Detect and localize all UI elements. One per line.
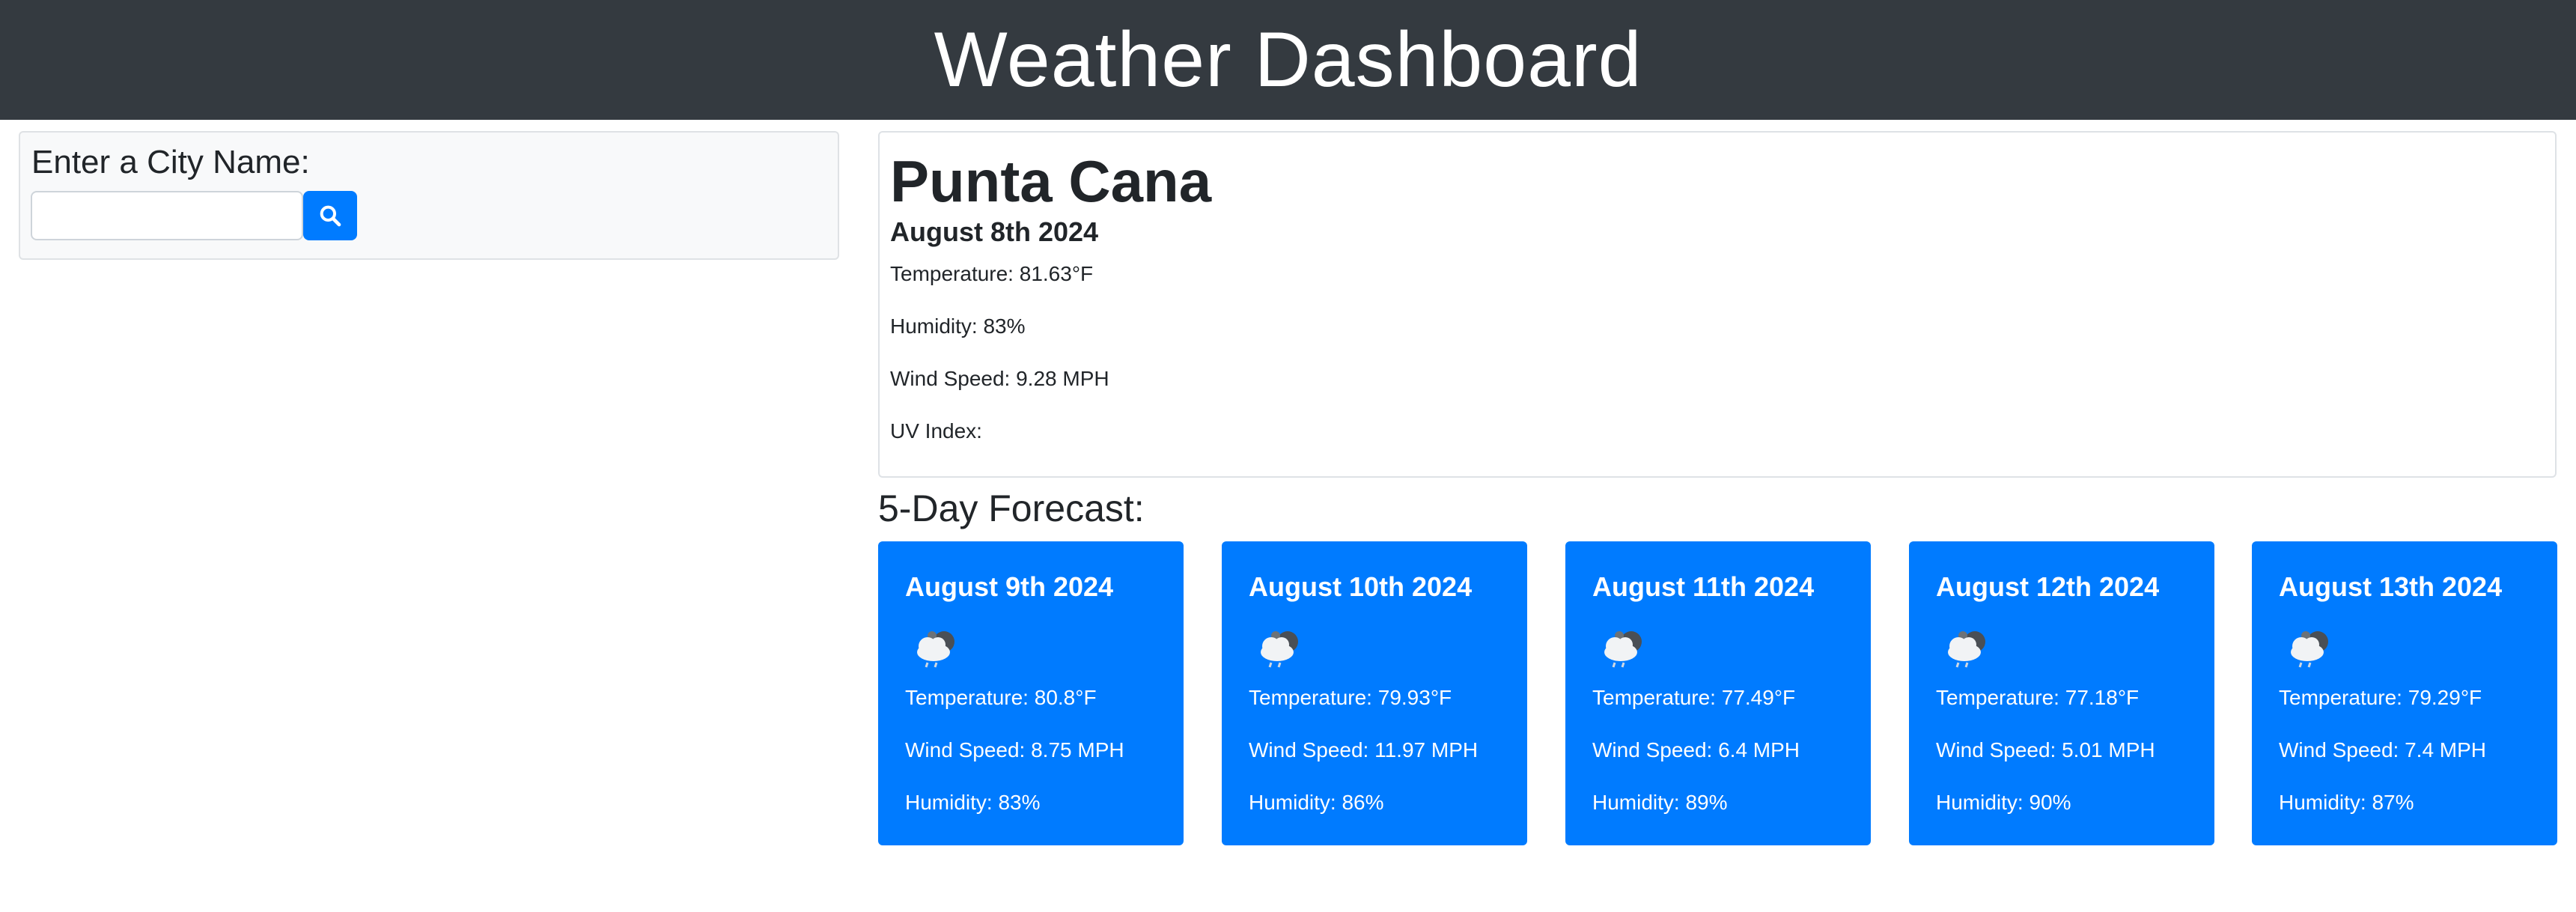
forecast-wind-speed: Wind Speed: 7.4 MPH (2279, 738, 2487, 761)
forecast-temperature: Temperature: 79.93°F (1249, 686, 1452, 709)
forecast-card: August 9th 2024 Temperature: 80.8°F Wind… (878, 541, 1184, 845)
cloud-rain-icon (917, 631, 954, 668)
forecast-card: August 10th 2024 Temperature: 79.93°F Wi… (1222, 541, 1527, 845)
forecast-card: August 13th 2024 Temperature: 79.29°F Wi… (2252, 541, 2557, 845)
forecast-card: August 11th 2024 Temperature: 77.49°F Wi… (1565, 541, 1871, 845)
cloud-rain-icon (1261, 631, 1298, 668)
search-panel: Enter a City Name: (19, 131, 839, 260)
current-temperature: Temperature: 81.63°F (890, 262, 1094, 285)
search-button[interactable] (303, 191, 357, 240)
page-header: Weather Dashboard (0, 0, 2576, 120)
forecast-temperature: Temperature: 77.18°F (1936, 686, 2140, 709)
current-date: August 8th 2024 (890, 216, 1099, 247)
forecast-wind-speed: Wind Speed: 11.97 MPH (1249, 738, 1479, 761)
current-uv-index: UV Index: (890, 419, 982, 443)
forecast-date: August 12th 2024 (1936, 571, 2160, 602)
forecast-title: 5-Day Forecast: (878, 487, 1145, 529)
forecast-humidity: Humidity: 86% (1249, 791, 1384, 814)
cloud-rain-icon (1604, 631, 1642, 668)
cloud-rain-icon (2291, 631, 2328, 668)
forecast-date: August 10th 2024 (1249, 571, 1473, 602)
search-label: Enter a City Name: (31, 144, 310, 180)
forecast-humidity: Humidity: 87% (2279, 791, 2414, 814)
forecast-date: August 9th 2024 (905, 571, 1114, 602)
forecast-humidity: Humidity: 83% (905, 791, 1041, 814)
forecast-date: August 11th 2024 (1592, 571, 1815, 602)
forecast-temperature: Temperature: 80.8°F (905, 686, 1097, 709)
forecast-temperature: Temperature: 79.29°F (2279, 686, 2482, 709)
cloud-rain-icon (1948, 631, 1985, 668)
search-icon (320, 205, 341, 227)
page-title: Weather Dashboard (934, 16, 1642, 103)
forecast-date: August 13th 2024 (2279, 571, 2503, 602)
forecast-wind-speed: Wind Speed: 6.4 MPH (1592, 738, 1800, 761)
city-search-input[interactable] (31, 191, 303, 240)
current-weather-panel: Punta Cana August 8th 2024 Temperature: … (878, 131, 2557, 478)
current-wind-speed: Wind Speed: 9.28 MPH (890, 367, 1109, 390)
forecast-humidity: Humidity: 90% (1936, 791, 2071, 814)
forecast-wind-speed: Wind Speed: 8.75 MPH (905, 738, 1124, 761)
current-city: Punta Cana (890, 148, 1212, 214)
forecast-humidity: Humidity: 89% (1592, 791, 1728, 814)
forecast-wind-speed: Wind Speed: 5.01 MPH (1936, 738, 2155, 761)
forecast-card: August 12th 2024 Temperature: 77.18°F Wi… (1909, 541, 2214, 845)
forecast-temperature: Temperature: 77.49°F (1592, 686, 1796, 709)
current-humidity: Humidity: 83% (890, 314, 1026, 338)
